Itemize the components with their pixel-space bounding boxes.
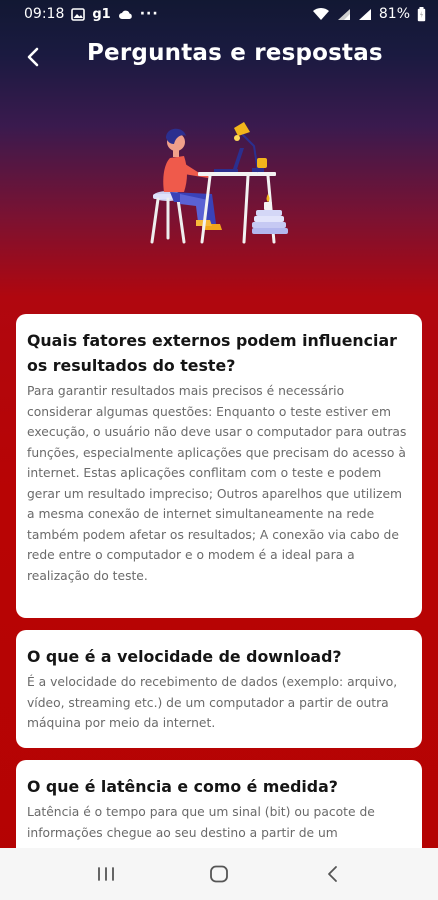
status-right: 81% [312,6,426,22]
carrier-label: g1 [92,6,111,22]
back-button[interactable] [18,42,48,72]
page-title: Perguntas e respostas [87,40,383,66]
chevron-left-icon [27,47,39,67]
nav-back-button[interactable] [312,854,352,894]
signal-icon [337,8,351,21]
recent-apps-button[interactable] [86,854,126,894]
faq-answer: É a velocidade do recebimento de dados (… [27,675,398,730]
status-left: 09:18 g1 ··· [24,6,159,22]
home-icon [210,865,228,883]
faq-card: O que é a velocidade de download? É a ve… [16,630,422,748]
signal-icon [358,8,372,21]
person-at-desk-illustration [140,118,290,248]
recent-apps-icon [98,867,115,881]
faq-question: Quais fatores externos podem influenciar… [27,331,397,375]
faq-question: O que é a velocidade de download? [27,647,342,666]
faq-card: Quais fatores externos podem influenciar… [16,314,422,618]
system-nav-bar [0,848,438,900]
status-bar: 09:18 g1 ··· 81% [0,0,438,28]
more-notifications: ··· [139,6,159,22]
home-button[interactable] [199,854,239,894]
app-header: Perguntas e respostas [0,32,438,82]
cloud-icon [118,9,133,20]
image-icon [71,7,86,21]
faq-card: O que é latência e como é medida? Latênc… [16,760,422,848]
status-time: 09:18 [24,6,65,22]
battery-percent: 81% [378,6,410,22]
back-icon [327,866,337,882]
faq-list[interactable]: Quais fatores externos podem influenciar… [0,312,438,848]
faq-answer: Para garantir resultados mais precisos é… [27,384,407,583]
wifi-icon [312,7,330,21]
faq-answer: Latência é o tempo para que um sinal (bi… [27,805,375,840]
faq-question: O que é latência e como é medida? [27,777,338,796]
battery-icon [417,6,426,22]
